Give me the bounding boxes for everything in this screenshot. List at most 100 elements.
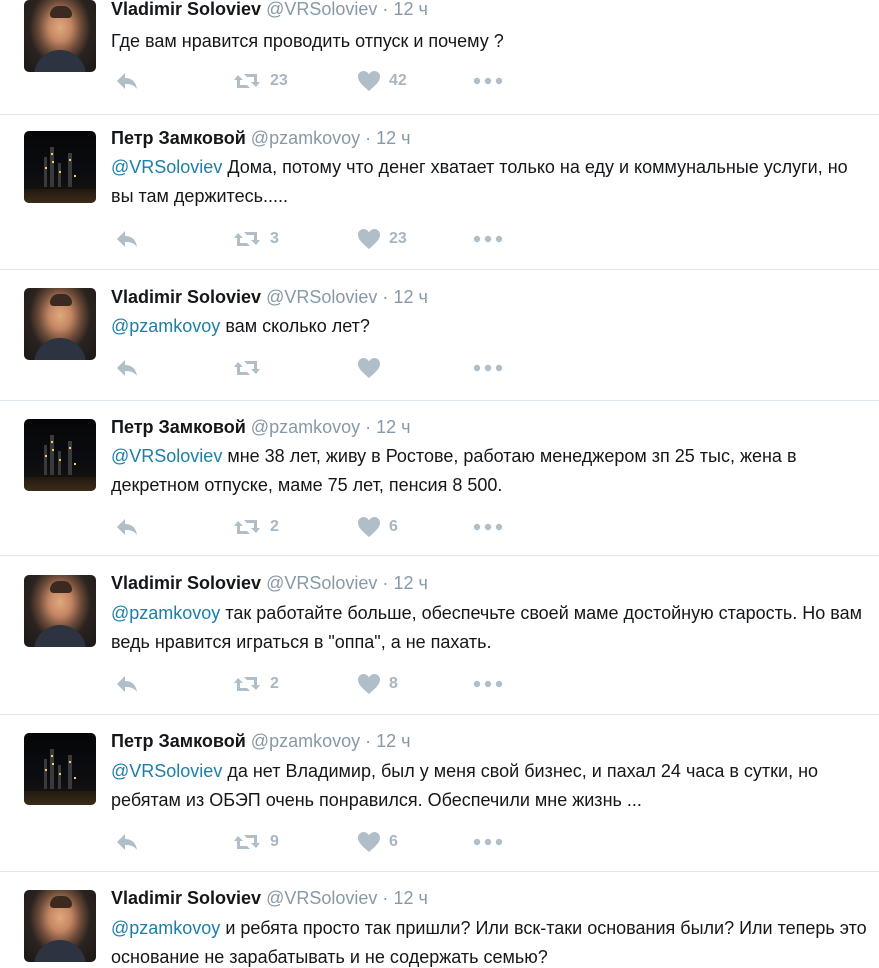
author-handle[interactable]: @pzamkovoy xyxy=(251,731,360,751)
tweet-actions: 2 8 xyxy=(111,669,531,699)
more-button[interactable] xyxy=(473,512,503,542)
author-name[interactable]: Vladimir Soloviev xyxy=(111,0,261,19)
more-button[interactable] xyxy=(473,353,503,383)
more-button[interactable] xyxy=(473,66,503,96)
mention-link[interactable]: @VRSoloviev xyxy=(111,446,222,466)
reply-icon xyxy=(117,73,137,89)
retweet-icon xyxy=(234,520,260,534)
like-button[interactable]: 42 xyxy=(357,66,407,96)
timestamp[interactable]: 12 ч xyxy=(393,888,427,908)
retweet-button[interactable]: 2 xyxy=(232,669,279,699)
like-button[interactable]: 8 xyxy=(357,669,398,699)
tweet[interactable]: Vladimir Soloviev @VRSoloviev · 12 ч @pz… xyxy=(0,872,879,968)
heart-icon xyxy=(358,229,380,249)
author-name[interactable]: Петр Замковой xyxy=(111,417,246,437)
retweet-icon xyxy=(234,835,260,849)
mention-link[interactable]: @VRSoloviev xyxy=(111,157,222,177)
tweet[interactable]: Vladimir Soloviev @VRSoloviev · 12 ч @pz… xyxy=(0,270,879,401)
heart-icon xyxy=(358,517,380,537)
tweet-body: и ребята просто так пришли? Или вск-таки… xyxy=(111,918,867,967)
heart-icon xyxy=(358,358,380,378)
avatar[interactable] xyxy=(24,288,96,360)
retweet-icon xyxy=(234,74,260,88)
tweet[interactable]: Петр Замковой @pzamkovoy · 12 ч @VRSolov… xyxy=(0,401,879,556)
author-handle[interactable]: @VRSoloviev xyxy=(266,0,377,19)
more-button[interactable] xyxy=(473,669,503,699)
reply-button[interactable] xyxy=(115,66,139,96)
separator-dot: · xyxy=(382,573,389,593)
tweet-header: Vladimir Soloviev @VRSoloviev · 12 ч xyxy=(111,888,428,909)
reply-button[interactable] xyxy=(115,224,139,254)
reply-button[interactable] xyxy=(115,669,139,699)
timestamp[interactable]: 12 ч xyxy=(393,573,427,593)
tweet-text: @pzamkovoy и ребята просто так пришли? И… xyxy=(111,914,871,968)
tweet-actions: 3 23 xyxy=(111,224,531,254)
timestamp[interactable]: 12 ч xyxy=(376,417,410,437)
like-button[interactable]: 6 xyxy=(357,827,398,857)
avatar[interactable] xyxy=(24,575,96,647)
tweet[interactable]: Петр Замковой @pzamkovoy · 12 ч @VRSolov… xyxy=(0,115,879,270)
like-button[interactable]: 6 xyxy=(357,512,398,542)
author-handle[interactable]: @VRSoloviev xyxy=(266,573,377,593)
retweet-count: 3 xyxy=(270,230,279,247)
retweet-button[interactable]: 2 xyxy=(232,512,279,542)
tweet-actions: 9 6 xyxy=(111,827,531,857)
author-name[interactable]: Петр Замковой xyxy=(111,128,246,148)
tweet-text: @VRSoloviev мне 38 лет, живу в Ростове, … xyxy=(111,442,871,500)
heart-icon xyxy=(358,674,380,694)
mention-link[interactable]: @pzamkovoy xyxy=(111,918,220,938)
timestamp[interactable]: 12 ч xyxy=(393,0,427,19)
avatar[interactable] xyxy=(24,890,96,962)
tweet-body: Дома, потому что денег хватает только на… xyxy=(111,157,848,206)
author-handle[interactable]: @VRSoloviev xyxy=(266,287,377,307)
retweet-button[interactable]: 9 xyxy=(232,827,279,857)
avatar[interactable] xyxy=(24,0,96,72)
retweet-count: 23 xyxy=(270,72,288,89)
tweet-text: @VRSoloviev Дома, потому что денег хвата… xyxy=(111,153,871,211)
more-button[interactable] xyxy=(473,827,503,857)
retweet-button[interactable]: 3 xyxy=(232,224,279,254)
like-button[interactable]: 23 xyxy=(357,224,407,254)
more-button[interactable] xyxy=(473,224,503,254)
retweet-count: 2 xyxy=(270,675,279,692)
more-icon xyxy=(473,364,503,372)
like-button[interactable] xyxy=(357,353,389,383)
tweet-actions xyxy=(111,353,531,383)
retweet-button[interactable]: 23 xyxy=(232,66,288,96)
like-count: 6 xyxy=(389,833,398,850)
author-handle[interactable]: @pzamkovoy xyxy=(251,128,360,148)
reply-button[interactable] xyxy=(115,827,139,857)
retweet-count: 2 xyxy=(270,518,279,535)
tweet-text: @pzamkovoy вам сколько лет? xyxy=(111,312,871,341)
mention-link[interactable]: @VRSoloviev xyxy=(111,761,222,781)
retweet-button[interactable] xyxy=(232,353,270,383)
reply-button[interactable] xyxy=(115,512,139,542)
like-count: 6 xyxy=(389,518,398,535)
avatar[interactable] xyxy=(24,131,96,203)
tweet-body: Где вам нравится проводить отпуск и поче… xyxy=(111,31,504,51)
timestamp[interactable]: 12 ч xyxy=(393,287,427,307)
tweet[interactable]: Петр Замковой @pzamkovoy · 12 ч @VRSolov… xyxy=(0,715,879,872)
tweet-header: Петр Замковой @pzamkovoy · 12 ч xyxy=(111,417,411,438)
tweet-header: Vladimir Soloviev @VRSoloviev · 12 ч xyxy=(111,573,428,594)
mention-link[interactable]: @pzamkovoy xyxy=(111,603,220,623)
author-name[interactable]: Петр Замковой xyxy=(111,731,246,751)
reply-button[interactable] xyxy=(115,353,139,383)
author-name[interactable]: Vladimir Soloviev xyxy=(111,287,261,307)
timestamp[interactable]: 12 ч xyxy=(376,731,410,751)
author-handle[interactable]: @pzamkovoy xyxy=(251,417,360,437)
reply-icon xyxy=(117,231,137,247)
tweet-feed: Vladimir Soloviev @VRSoloviev · 12 ч Где… xyxy=(0,0,879,968)
tweet[interactable]: Vladimir Soloviev @VRSoloviev · 12 ч Где… xyxy=(0,0,879,115)
avatar[interactable] xyxy=(24,733,96,805)
like-count: 23 xyxy=(389,230,407,247)
more-icon xyxy=(473,680,503,688)
author-handle[interactable]: @VRSoloviev xyxy=(266,888,377,908)
author-name[interactable]: Vladimir Soloviev xyxy=(111,888,261,908)
author-name[interactable]: Vladimir Soloviev xyxy=(111,573,261,593)
reply-icon xyxy=(117,676,137,692)
avatar[interactable] xyxy=(24,419,96,491)
mention-link[interactable]: @pzamkovoy xyxy=(111,316,220,336)
timestamp[interactable]: 12 ч xyxy=(376,128,410,148)
tweet[interactable]: Vladimir Soloviev @VRSoloviev · 12 ч @pz… xyxy=(0,556,879,715)
